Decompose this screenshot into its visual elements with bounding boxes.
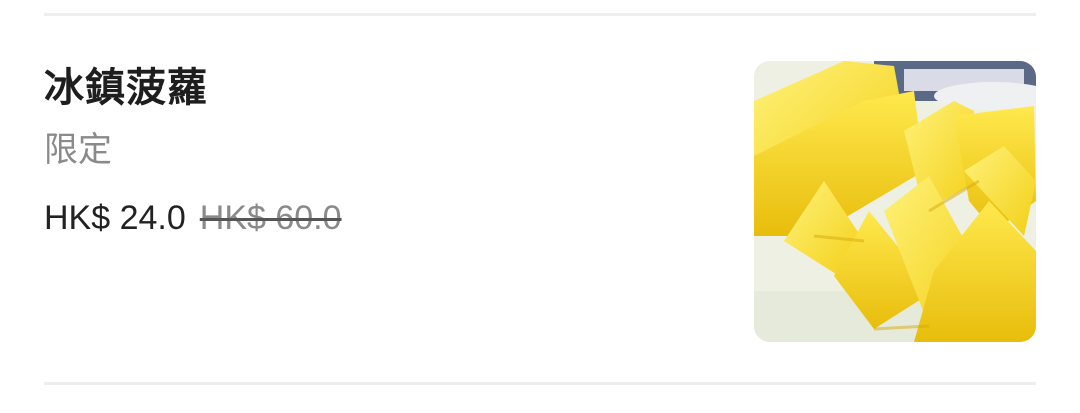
divider-bottom bbox=[44, 382, 1036, 385]
price-row: HK$ 24.0 HK$ 60.0 bbox=[44, 196, 342, 240]
current-price: HK$ 24.0 bbox=[44, 199, 186, 237]
pineapple-photo-icon bbox=[754, 61, 1036, 342]
original-price: HK$ 60.0 bbox=[199, 199, 342, 237]
item-photo[interactable] bbox=[754, 61, 1036, 342]
item-tag: 限定 bbox=[44, 130, 112, 170]
item-name: 冰鎮菠蘿 bbox=[44, 65, 208, 111]
